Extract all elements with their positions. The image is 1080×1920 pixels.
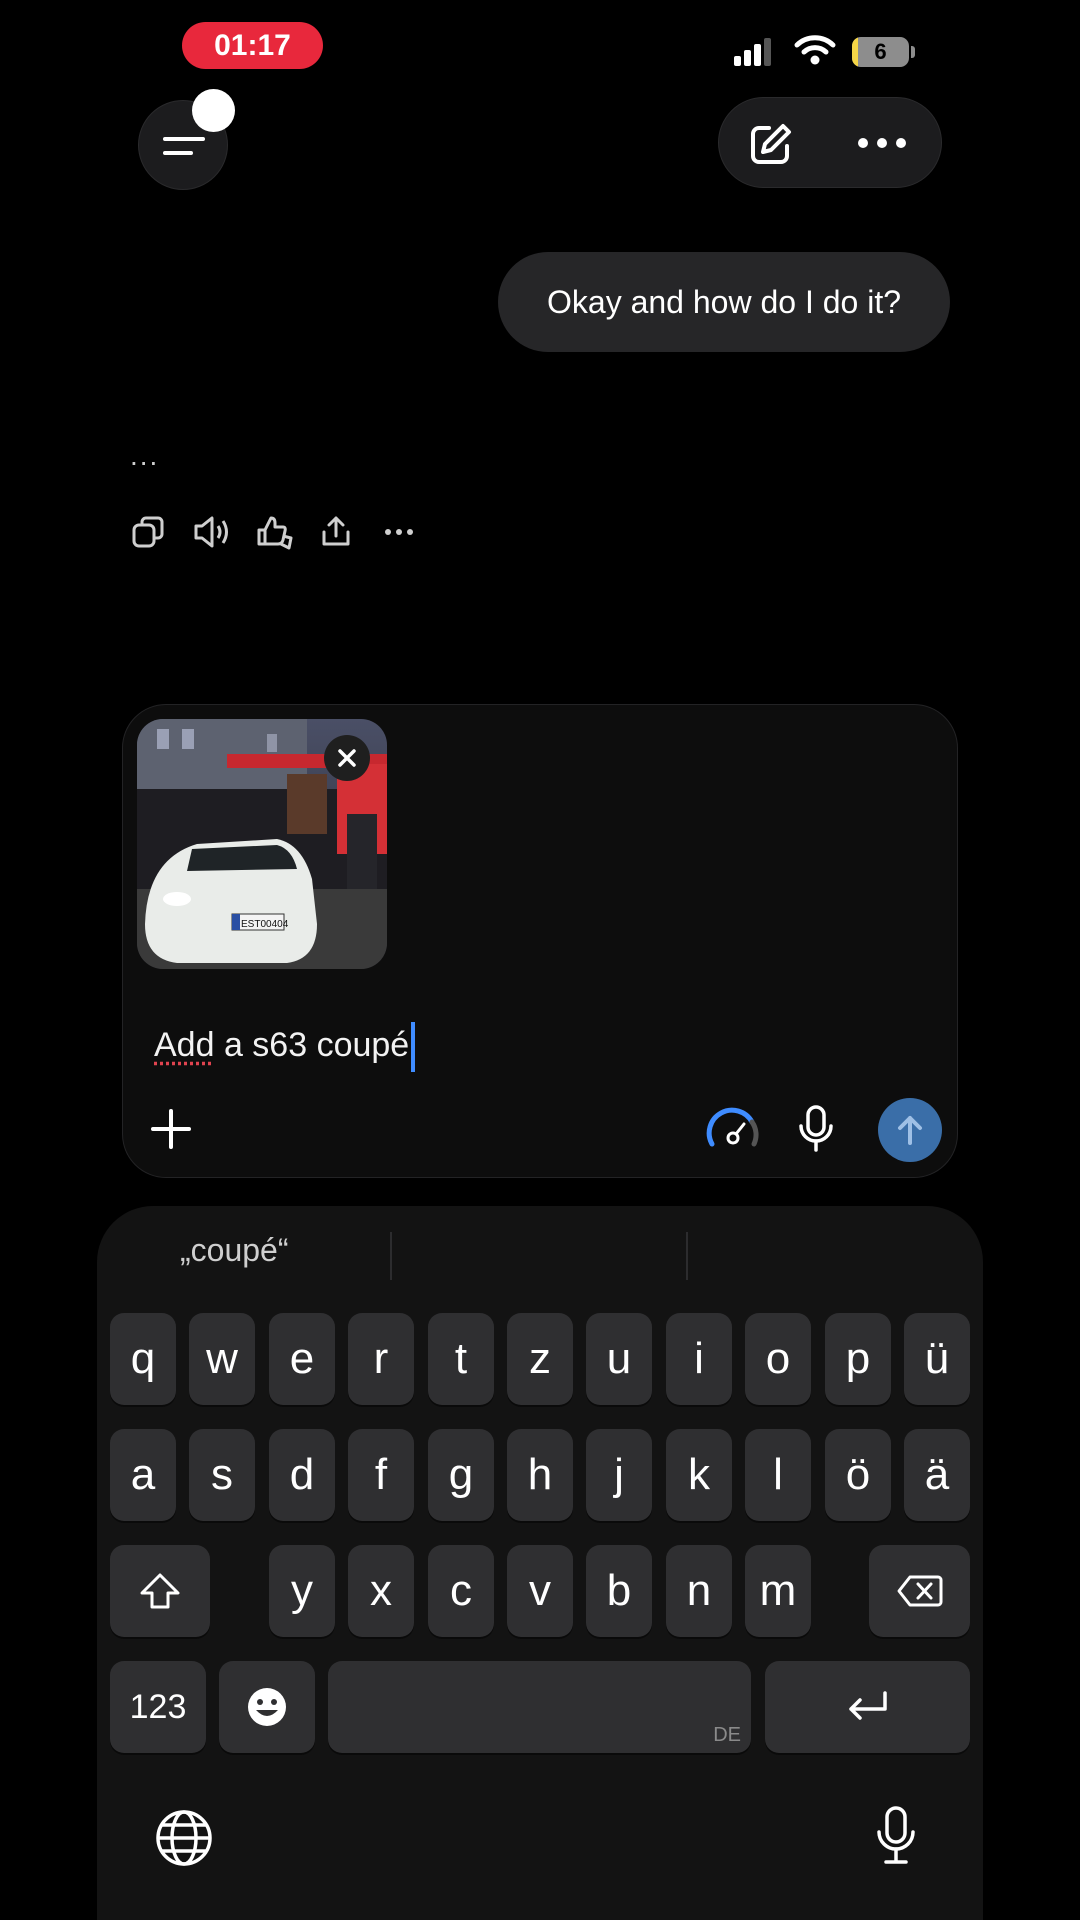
key-k[interactable]: k	[666, 1429, 732, 1521]
suggestion-divider	[390, 1232, 392, 1280]
key-m[interactable]: m	[745, 1545, 811, 1637]
message-more-button[interactable]	[384, 526, 414, 538]
new-chat-button[interactable]	[747, 120, 795, 168]
shift-icon	[140, 1573, 180, 1609]
key-b[interactable]: b	[586, 1545, 652, 1637]
plus-icon	[151, 1109, 191, 1149]
key-j[interactable]: j	[586, 1429, 652, 1521]
key-q[interactable]: q	[110, 1313, 176, 1405]
battery-nub	[911, 46, 915, 58]
numbers-key[interactable]: 123	[110, 1661, 206, 1753]
shift-key[interactable]	[110, 1545, 210, 1637]
copy-button[interactable]	[130, 514, 166, 550]
keyboard-dictation-button[interactable]	[874, 1805, 918, 1867]
key-z[interactable]: z	[507, 1313, 573, 1405]
key-d[interactable]: d	[269, 1429, 335, 1521]
arrow-up-icon	[898, 1116, 922, 1145]
suggestion-divider	[686, 1232, 688, 1280]
key-o[interactable]: o	[745, 1313, 811, 1405]
text-caret	[411, 1022, 416, 1072]
key-g[interactable]: g	[428, 1429, 494, 1521]
key-n[interactable]: n	[666, 1545, 732, 1637]
key-c[interactable]: c	[428, 1545, 494, 1637]
speaker-icon	[194, 516, 228, 548]
emoji-icon	[248, 1688, 286, 1726]
key-o-umlaut[interactable]: ö	[825, 1429, 891, 1521]
key-f[interactable]: f	[348, 1429, 414, 1521]
key-r[interactable]: r	[348, 1313, 414, 1405]
top-actions	[718, 97, 942, 188]
status-time: 01:17	[182, 22, 323, 69]
key-s[interactable]: s	[189, 1429, 255, 1521]
edit-icon	[751, 124, 791, 164]
dictate-button[interactable]	[796, 1104, 836, 1154]
read-aloud-button[interactable]	[192, 514, 232, 550]
key-w[interactable]: w	[189, 1313, 255, 1405]
more-icon	[858, 138, 906, 148]
key-p[interactable]: p	[825, 1313, 891, 1405]
key-i[interactable]: i	[666, 1313, 732, 1405]
license-plate: EST00404	[241, 919, 289, 930]
user-message-bubble: Okay and how do I do it?	[498, 252, 950, 352]
emoji-key[interactable]	[219, 1661, 315, 1753]
key-v[interactable]: v	[507, 1545, 573, 1637]
keyboard-language-label: DE	[713, 1724, 741, 1746]
microphone-icon	[799, 1105, 833, 1152]
add-attachment-button[interactable]	[150, 1108, 192, 1150]
feedback-button[interactable]	[255, 514, 295, 552]
globe-icon	[156, 1810, 212, 1866]
key-e[interactable]: e	[269, 1313, 335, 1405]
more-icon	[385, 529, 413, 535]
key-h[interactable]: h	[507, 1429, 573, 1521]
notification-dot	[192, 89, 235, 132]
send-button[interactable]	[878, 1098, 942, 1162]
share-button[interactable]	[318, 514, 354, 550]
key-x[interactable]: x	[348, 1545, 414, 1637]
misspelled-word: Add	[154, 1025, 215, 1064]
assistant-typing-indicator: ...	[130, 440, 160, 471]
key-l[interactable]: l	[745, 1429, 811, 1521]
key-y[interactable]: y	[269, 1545, 335, 1637]
wifi-icon	[794, 34, 836, 66]
key-u[interactable]: u	[586, 1313, 652, 1405]
backspace-key[interactable]	[869, 1545, 970, 1637]
model-speed-button[interactable]	[706, 1106, 760, 1152]
more-options-button[interactable]	[857, 128, 907, 158]
autocomplete-suggestion[interactable]: „coupé“	[180, 1232, 289, 1269]
remove-attachment-button[interactable]	[324, 735, 370, 781]
globe-button[interactable]	[154, 1808, 214, 1868]
return-icon	[848, 1691, 887, 1720]
microphone-icon	[877, 1806, 915, 1864]
key-t[interactable]: t	[428, 1313, 494, 1405]
key-u-umlaut[interactable]: ü	[904, 1313, 970, 1405]
composer-text-rest: a s63 coupé	[214, 1025, 410, 1064]
key-a-umlaut[interactable]: ä	[904, 1429, 970, 1521]
copy-icon	[132, 516, 164, 548]
thumbs-icon	[257, 516, 293, 550]
return-key[interactable]	[765, 1661, 970, 1753]
share-icon	[322, 516, 350, 546]
battery-indicator: 6	[852, 37, 909, 67]
key-a[interactable]: a	[110, 1429, 176, 1521]
signal-icon	[734, 36, 774, 66]
speedometer-icon	[706, 1107, 759, 1147]
composer-input[interactable]: Add a s63 coupé	[154, 1022, 416, 1072]
close-icon	[338, 749, 356, 767]
space-key[interactable]: DE	[328, 1661, 751, 1753]
backspace-icon	[897, 1575, 942, 1607]
